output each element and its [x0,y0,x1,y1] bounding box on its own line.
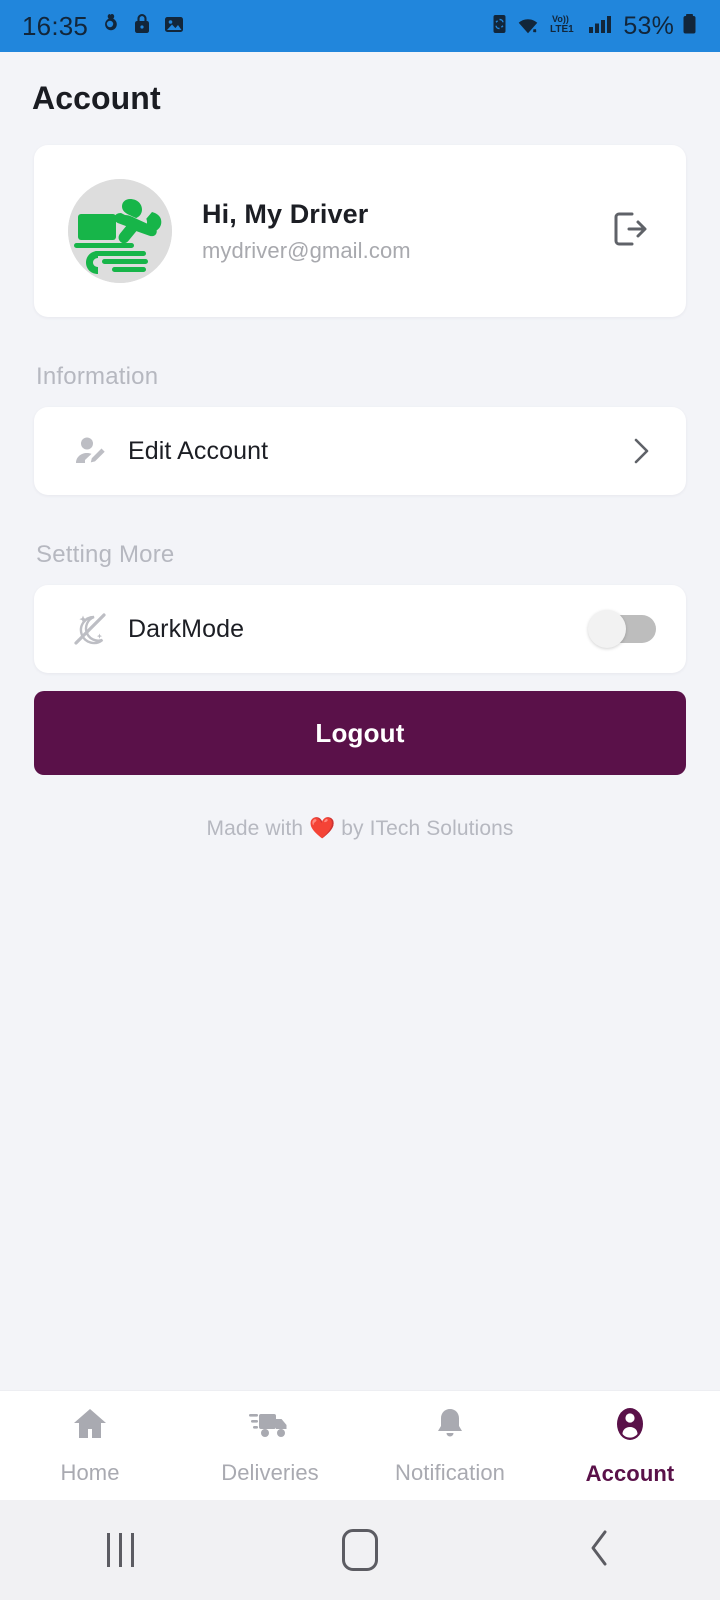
home-square-icon [342,1529,378,1571]
setting-more-card: DarkMode [34,585,686,673]
nav-label: Home [60,1460,120,1485]
credit-footer: Made with ❤️ by ITech Solutions [34,817,686,841]
list-item-edit-account[interactable]: Edit Account [34,407,686,495]
delivery-truck-icon [248,1405,292,1448]
section-label-information: Information [36,363,159,390]
dark-mode-icon [64,609,116,649]
profile-text: Hi, My Driver mydriver@gmail.com [202,199,608,264]
darkmode-toggle[interactable] [588,610,656,648]
bell-icon [431,1405,469,1448]
section-label-setting-more: Setting More [36,541,175,568]
lock-icon [132,12,152,41]
avatar [68,179,172,283]
person-circle-icon [611,1404,649,1449]
logout-icon [612,210,648,253]
information-card: Edit Account [34,407,686,495]
profile-email: mydriver@gmail.com [202,237,411,263]
svg-text:LTE1: LTE1 [550,24,574,35]
bottom-navigation: Home Deliveries Notification Account [0,1390,720,1500]
home-icon [70,1405,110,1448]
do-not-disturb-icon [99,12,121,41]
recents-icon [106,1533,134,1567]
nav-item-account[interactable]: Account [540,1391,720,1500]
recents-button[interactable] [0,1500,240,1600]
profile-greeting: Hi, My Driver [202,198,369,229]
nav-label: Deliveries [221,1460,319,1485]
main-content: Hi, My Driver mydriver@gmail.com Informa… [0,117,720,1390]
list-item-darkmode[interactable]: DarkMode [34,585,686,673]
credit-prefix: Made with [206,817,304,840]
heart-icon: ❤️ [309,817,336,840]
status-bar: 16:35 Vo)) LTE1 53% [0,0,720,52]
wifi-icon [515,12,542,41]
signal-bars-icon [588,12,616,41]
battery-saver-icon [491,12,508,41]
list-item-label: Edit Account [128,436,269,465]
list-item-label: DarkMode [128,614,245,643]
battery-icon [681,12,698,41]
system-navigation-bar [0,1500,720,1600]
logout-button[interactable]: Logout [34,691,686,775]
status-bar-clock: 16:35 [22,10,89,41]
delivery-rider-logo [68,179,172,283]
status-bar-left: 16:35 [22,11,185,42]
nav-item-notification[interactable]: Notification [360,1391,540,1500]
nav-item-deliveries[interactable]: Deliveries [180,1391,360,1500]
volte-icon: Vo)) LTE1 [549,12,581,41]
toggle-knob [588,610,626,648]
back-chevron-icon [587,1526,613,1575]
nav-label: Notification [394,1460,506,1485]
back-button[interactable] [480,1500,720,1600]
page-title: Account [32,80,161,116]
profile-card[interactable]: Hi, My Driver mydriver@gmail.com [34,145,686,317]
svg-text:Vo)): Vo)) [552,14,569,24]
screenshot-image-icon [163,12,185,41]
edit-profile-icon [64,431,116,471]
phone-screen: 16:35 Vo)) LTE1 53% Account Hi, My Drive… [0,0,720,1600]
status-bar-right: Vo)) LTE1 53% [491,12,698,41]
battery-percent-label: 53% [623,11,674,40]
credit-suffix: by ITech Solutions [341,817,514,840]
logout-icon-button[interactable] [608,210,652,253]
nav-item-home[interactable]: Home [0,1391,180,1500]
chevron-right-icon [626,436,656,466]
home-button[interactable] [240,1500,480,1600]
nav-label: Account [585,1461,675,1486]
